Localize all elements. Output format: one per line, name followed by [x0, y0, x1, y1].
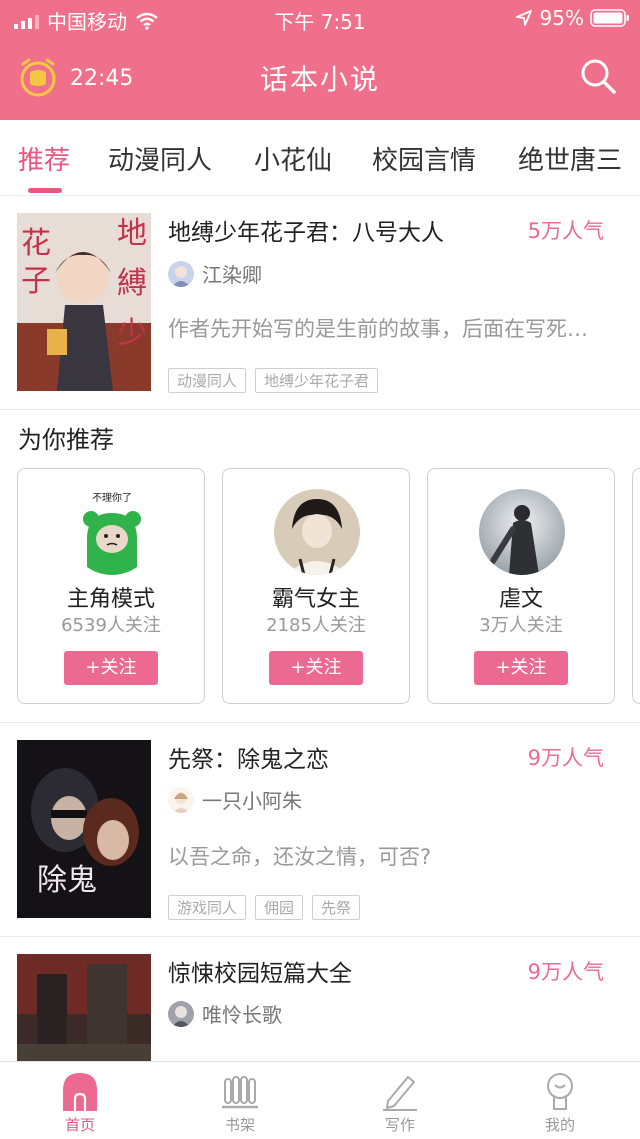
topic-name: 虐文	[498, 587, 543, 612]
tabbar-label: 我的	[544, 1116, 575, 1134]
book-title[interactable]: 先祭：除鬼之恋	[168, 740, 329, 774]
status-bar: 中国移动 下午 7:51 95%	[0, 0, 640, 36]
tag[interactable]: 动漫同人	[168, 368, 247, 393]
book-description: 以吾之命，还汝之情，可否?	[168, 845, 432, 869]
home-icon	[63, 1073, 97, 1111]
author-name: 一只小阿朱	[202, 789, 302, 813]
book-title[interactable]: 地缚少年花子君：八号大人	[168, 213, 444, 247]
tabbar-label: 书架	[224, 1116, 255, 1134]
author-avatar	[168, 260, 194, 287]
svg-text:地: 地	[117, 216, 147, 251]
pen-icon	[383, 1076, 417, 1111]
follow-button[interactable]: +关注	[64, 651, 158, 685]
battery-icon	[590, 9, 629, 27]
follower-count: 2185人关注	[266, 615, 366, 636]
list-item[interactable]: 除鬼 先祭：除鬼之恋 9万人气 一只小阿朱 以吾之命，还汝之情，可否? 游戏同人…	[0, 723, 640, 935]
book-cover[interactable]	[17, 954, 151, 1061]
tabbar-label: 首页	[64, 1116, 95, 1134]
recommend-card[interactable]: 虐文 3万人关注 +关注	[427, 468, 615, 704]
follower-count: 3万人关注	[479, 615, 563, 636]
book-cover[interactable]: 花 子 地 縛 少	[17, 213, 151, 391]
app-header: 22:45 话本小说	[0, 36, 640, 120]
tab-campus-romance[interactable]: 校园言情	[372, 140, 476, 177]
author-row[interactable]: 一只小阿朱	[168, 785, 302, 814]
tabbar-write[interactable]: 写作	[360, 1070, 440, 1135]
topic-avatar: 不理你了	[69, 489, 155, 575]
book-cover[interactable]: 除鬼	[17, 740, 151, 918]
tabbar-bookshelf[interactable]: 书架	[200, 1070, 280, 1135]
svg-text:少: 少	[117, 316, 147, 351]
author-name: 江染卿	[202, 263, 262, 287]
author-row[interactable]: 唯怜长歌	[168, 999, 282, 1028]
author-name: 唯怜长歌	[202, 1003, 282, 1027]
profile-icon	[547, 1073, 573, 1110]
tag-list: 游戏同人 佣园 先祭	[168, 895, 361, 920]
svg-text:縛: 縛	[117, 266, 147, 301]
location-arrow-icon	[515, 10, 532, 26]
topic-name: 主角模式	[66, 587, 155, 612]
popularity-count: 5万人气	[527, 219, 604, 243]
svg-text:除鬼: 除鬼	[37, 863, 97, 898]
active-tab-indicator	[28, 188, 62, 193]
battery-percent: 95%	[539, 6, 584, 30]
tab-tang-san[interactable]: 绝世唐三	[518, 140, 622, 177]
section-title: 为你推荐	[18, 426, 114, 454]
tabbar-profile[interactable]: 我的	[520, 1070, 600, 1135]
author-avatar	[168, 1000, 194, 1027]
search-icon[interactable]	[578, 56, 618, 96]
author-row[interactable]: 江染卿	[168, 259, 262, 288]
book-title[interactable]: 惊悚校园短篇大全	[168, 954, 352, 988]
bottom-tab-bar: 首页 书架 写作 我的	[0, 1061, 640, 1139]
tabbar-home[interactable]: 首页	[40, 1070, 120, 1135]
topic-avatar	[274, 489, 360, 575]
app-title: 话本小说	[259, 63, 380, 96]
svg-text:子: 子	[21, 264, 51, 299]
tag-list: 动漫同人 地缚少年花子君	[168, 368, 379, 393]
tab-xiaohuaxian[interactable]: 小花仙	[254, 140, 332, 177]
popularity-count: 9万人气	[527, 746, 604, 770]
follower-count: 6539人关注	[61, 615, 161, 636]
recommend-card[interactable]: 霸气女主 2185人关注 +关注	[222, 468, 410, 704]
tabbar-label: 写作	[384, 1116, 415, 1134]
book-description: 作者先开始写的是生前的故事，后面在写死后的故事	[168, 317, 608, 341]
recommend-card-partial[interactable]	[632, 468, 640, 704]
avatar-caption: 不理你了	[92, 491, 132, 504]
follow-button[interactable]: +关注	[269, 651, 363, 685]
tab-recommend[interactable]: 推荐	[18, 140, 70, 177]
list-item[interactable]: 惊悚校园短篇大全 9万人气 唯怜长歌	[0, 937, 640, 1061]
divider	[0, 409, 640, 410]
tag[interactable]: 先祭	[312, 895, 361, 920]
tag[interactable]: 地缚少年花子君	[255, 368, 379, 393]
topic-name: 霸气女主	[271, 587, 360, 612]
tag[interactable]: 佣园	[255, 895, 304, 920]
list-item[interactable]: 花 子 地 縛 少 地缚少年花子君：八号大人 5万人气 江染卿 作者先开始写的是…	[0, 197, 640, 409]
recommend-card[interactable]: 不理你了 主角模式 6539人关注 +关注	[17, 468, 205, 704]
bookshelf-icon	[222, 1076, 258, 1109]
follow-button[interactable]: +关注	[474, 651, 568, 685]
category-tabs: 推荐 动漫同人 小花仙 校园言情 绝世唐三	[0, 120, 640, 196]
svg-text:花: 花	[21, 226, 51, 261]
tab-anime-fanfic[interactable]: 动漫同人	[108, 140, 212, 177]
author-avatar	[168, 786, 194, 813]
topic-avatar	[479, 489, 565, 575]
tag[interactable]: 游戏同人	[168, 895, 247, 920]
popularity-count: 9万人气	[527, 960, 604, 984]
